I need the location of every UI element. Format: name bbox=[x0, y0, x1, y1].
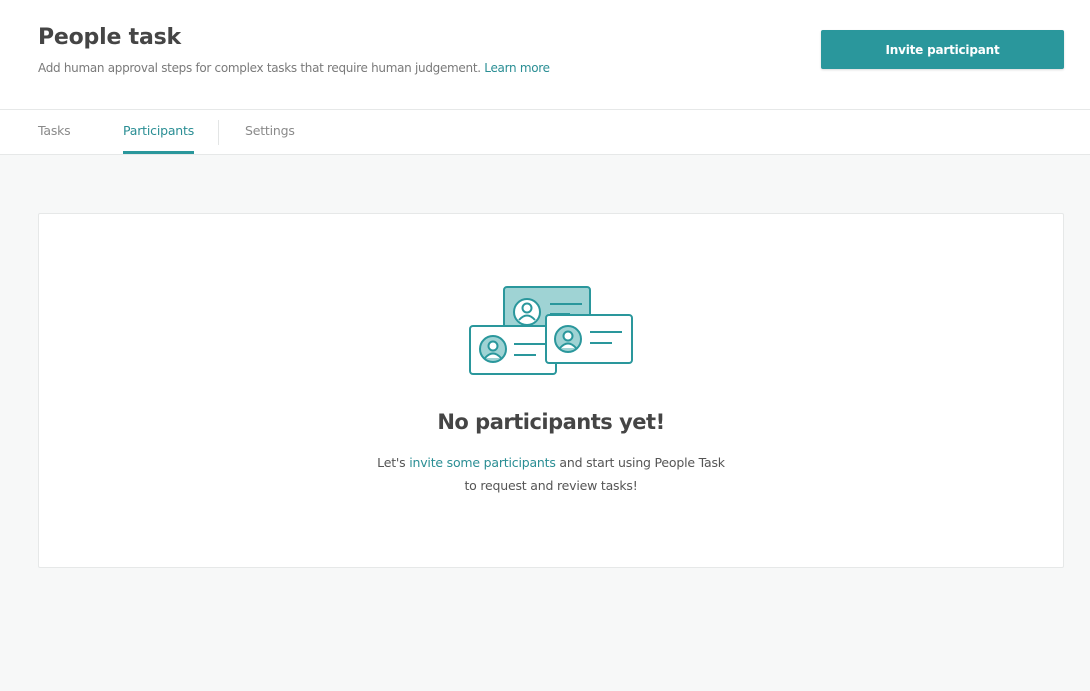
tab-participants[interactable]: Participants bbox=[123, 110, 194, 155]
page-title: People task bbox=[38, 25, 181, 50]
tab-tasks[interactable]: Tasks bbox=[38, 110, 71, 155]
empty-state-title: No participants yet! bbox=[437, 410, 665, 434]
tab-bar: Tasks Participants Settings bbox=[0, 110, 1090, 155]
learn-more-link[interactable]: Learn more bbox=[484, 61, 550, 75]
tab-divider bbox=[218, 120, 219, 145]
tab-settings[interactable]: Settings bbox=[245, 110, 295, 155]
empty-text-before: Let's bbox=[377, 455, 410, 470]
page-header: People task Add human approval steps for… bbox=[0, 0, 1090, 110]
participant-cards-illustration bbox=[469, 286, 633, 375]
empty-state-card: No participants yet! Let's invite some p… bbox=[38, 213, 1064, 568]
page-subtitle-text: Add human approval steps for complex tas… bbox=[38, 61, 481, 75]
invite-participants-link[interactable]: invite some participants bbox=[409, 455, 556, 470]
invite-participant-button[interactable]: Invite participant bbox=[821, 30, 1064, 69]
page-subtitle: Add human approval steps for complex tas… bbox=[38, 61, 550, 75]
empty-state-text: Let's invite some participants and start… bbox=[376, 451, 726, 497]
